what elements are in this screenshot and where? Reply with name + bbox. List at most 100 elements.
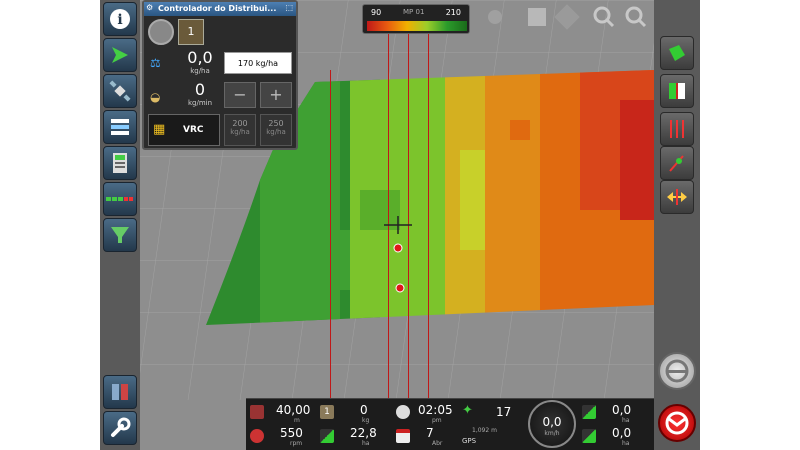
gps-satellite-icon: ✦ (462, 403, 473, 418)
field-icon (669, 45, 685, 61)
spreader-controller-panel: Controlador do Distribui... ⚙ ⬚ 1 ⚖ 0,0 … (142, 0, 298, 150)
rpm-unit: rpm (290, 440, 303, 447)
date-unit: Abr (432, 440, 443, 447)
steering-icon (669, 155, 684, 172)
calendar-icon (396, 429, 410, 443)
section-badge[interactable]: 1 (178, 19, 204, 45)
preset-250-button[interactable]: 250 kg/ha (260, 114, 292, 146)
speed-cell[interactable]: 40,00 m (250, 403, 314, 424)
bin-cell[interactable]: 1 0 kg (320, 403, 390, 424)
screen: i Controlador do Distribui... ⚙ ⬚ 1 ⚖ 0,… (100, 0, 700, 450)
gps-cell[interactable]: ✦ 17 1,092 m GPS (462, 403, 522, 447)
date-value: 7 (426, 426, 434, 440)
boundary-icon (669, 83, 685, 99)
preset2-value: 250 (268, 119, 284, 128)
calculator-button[interactable] (103, 146, 137, 180)
flow-value: 0 (194, 80, 206, 99)
clock-icon (396, 405, 410, 419)
shift-arrows-icon (667, 189, 687, 205)
rate-readout: 0,0 kg/ha (178, 48, 222, 75)
boundary-button[interactable] (660, 74, 694, 108)
panel-expand-icon[interactable]: ⬚ (285, 3, 293, 12)
preset-200-button[interactable]: 200 kg/ha (224, 114, 256, 146)
guidelines-button[interactable] (660, 112, 694, 146)
guidance-button[interactable] (103, 38, 137, 72)
steering-off-icon (665, 411, 689, 435)
rpm-cell[interactable]: 550 rpm (250, 426, 314, 448)
spreader-disc-icon[interactable] (148, 19, 174, 45)
preset1-unit: kg/ha (230, 128, 250, 136)
autosteer-disengage-button[interactable] (658, 404, 696, 442)
autosteer-button[interactable] (658, 352, 696, 390)
satellite-count: 17 (496, 405, 512, 419)
guidelines-icon (670, 120, 684, 138)
status-bar: 40,00 m 550 rpm 1 0 kg 22,8 ha 02:05 pm … (246, 398, 654, 450)
rate-unit: kg/ha (190, 67, 210, 75)
steering-wheel-icon (665, 359, 689, 383)
panel-title: Controlador do Distribui... (144, 2, 296, 16)
time-unit: pm (432, 417, 442, 424)
area-value: 22,8 (350, 426, 377, 440)
svg-text:i: i (117, 12, 122, 28)
bin-unit: kg (362, 417, 370, 424)
rate-legend: 90 MP 01 210 (362, 4, 470, 34)
vrc-button[interactable]: ▦ VRC (148, 114, 220, 146)
time-value: 02:05 (418, 403, 453, 417)
speed-value: 40,00 (276, 403, 311, 417)
bin-badge: 1 (320, 405, 334, 419)
legend-color-bar (367, 21, 467, 31)
rate-icon: ⚖ (150, 56, 161, 70)
area-cell[interactable]: 22,8 ha (320, 426, 390, 448)
flow-readout: 0 kg/min (178, 80, 222, 107)
gps-button[interactable] (103, 74, 137, 108)
increase-rate-button[interactable]: + (260, 82, 292, 108)
bin-value: 0 (360, 403, 368, 417)
steering-button[interactable] (660, 146, 694, 180)
legend-max: 210 (445, 8, 461, 17)
panel-icon: ⚙ (146, 3, 154, 12)
target-rate-field[interactable]: 170 kg/ha (224, 52, 292, 74)
worked-area-icon (582, 405, 596, 419)
preset2-unit: kg/ha (266, 128, 286, 136)
area-icon (320, 429, 334, 443)
preset1-value: 200 (232, 119, 248, 128)
flow-unit: kg/min (187, 99, 213, 107)
rpm-icon (250, 429, 264, 443)
speedometer-value: 0,0 (542, 415, 562, 429)
speed-unit: m (294, 417, 300, 424)
gps-label: GPS (462, 437, 477, 445)
area-unit: ha (362, 440, 370, 447)
gps-accuracy: 1,092 m (472, 427, 497, 434)
right-toolbar (654, 0, 700, 450)
jobs-button[interactable] (103, 375, 137, 409)
remaining-area-cell[interactable]: 0,0 ha (582, 426, 650, 448)
worked-area-value: 0,0 (612, 403, 632, 417)
tractor-speed-icon (250, 405, 264, 419)
shift-button[interactable] (660, 180, 694, 214)
worked-area-cell[interactable]: 0,0 ha (582, 403, 650, 424)
clock-cell[interactable]: 02:05 pm (396, 403, 458, 424)
date-cell[interactable]: 7 Abr (396, 426, 458, 448)
remaining-area-unit: ha (622, 440, 630, 447)
field-button[interactable] (660, 36, 694, 70)
settings-button[interactable] (103, 411, 137, 445)
layers-button[interactable] (103, 110, 137, 144)
speedometer-unit: km/h (544, 430, 560, 437)
decrease-rate-button[interactable]: − (224, 82, 256, 108)
vrc-label: VRC (183, 125, 204, 135)
spreader-funnel-icon (111, 227, 129, 243)
jobs-icon (112, 384, 128, 400)
wrench-icon (111, 417, 131, 437)
info-button[interactable]: i (103, 2, 137, 36)
guidance-arrow-icon (112, 47, 128, 63)
info-icon: i (110, 9, 130, 29)
calculator-icon (113, 153, 127, 173)
spreader-button[interactable] (103, 218, 137, 252)
remaining-area-value: 0,0 (612, 426, 632, 440)
sections-button[interactable] (103, 182, 137, 216)
speedometer: 0,0 km/h (528, 400, 576, 448)
remaining-area-icon (582, 429, 596, 443)
left-toolbar: i (100, 0, 140, 450)
layers-icon (111, 119, 129, 135)
legend-min: 90 (371, 8, 382, 17)
